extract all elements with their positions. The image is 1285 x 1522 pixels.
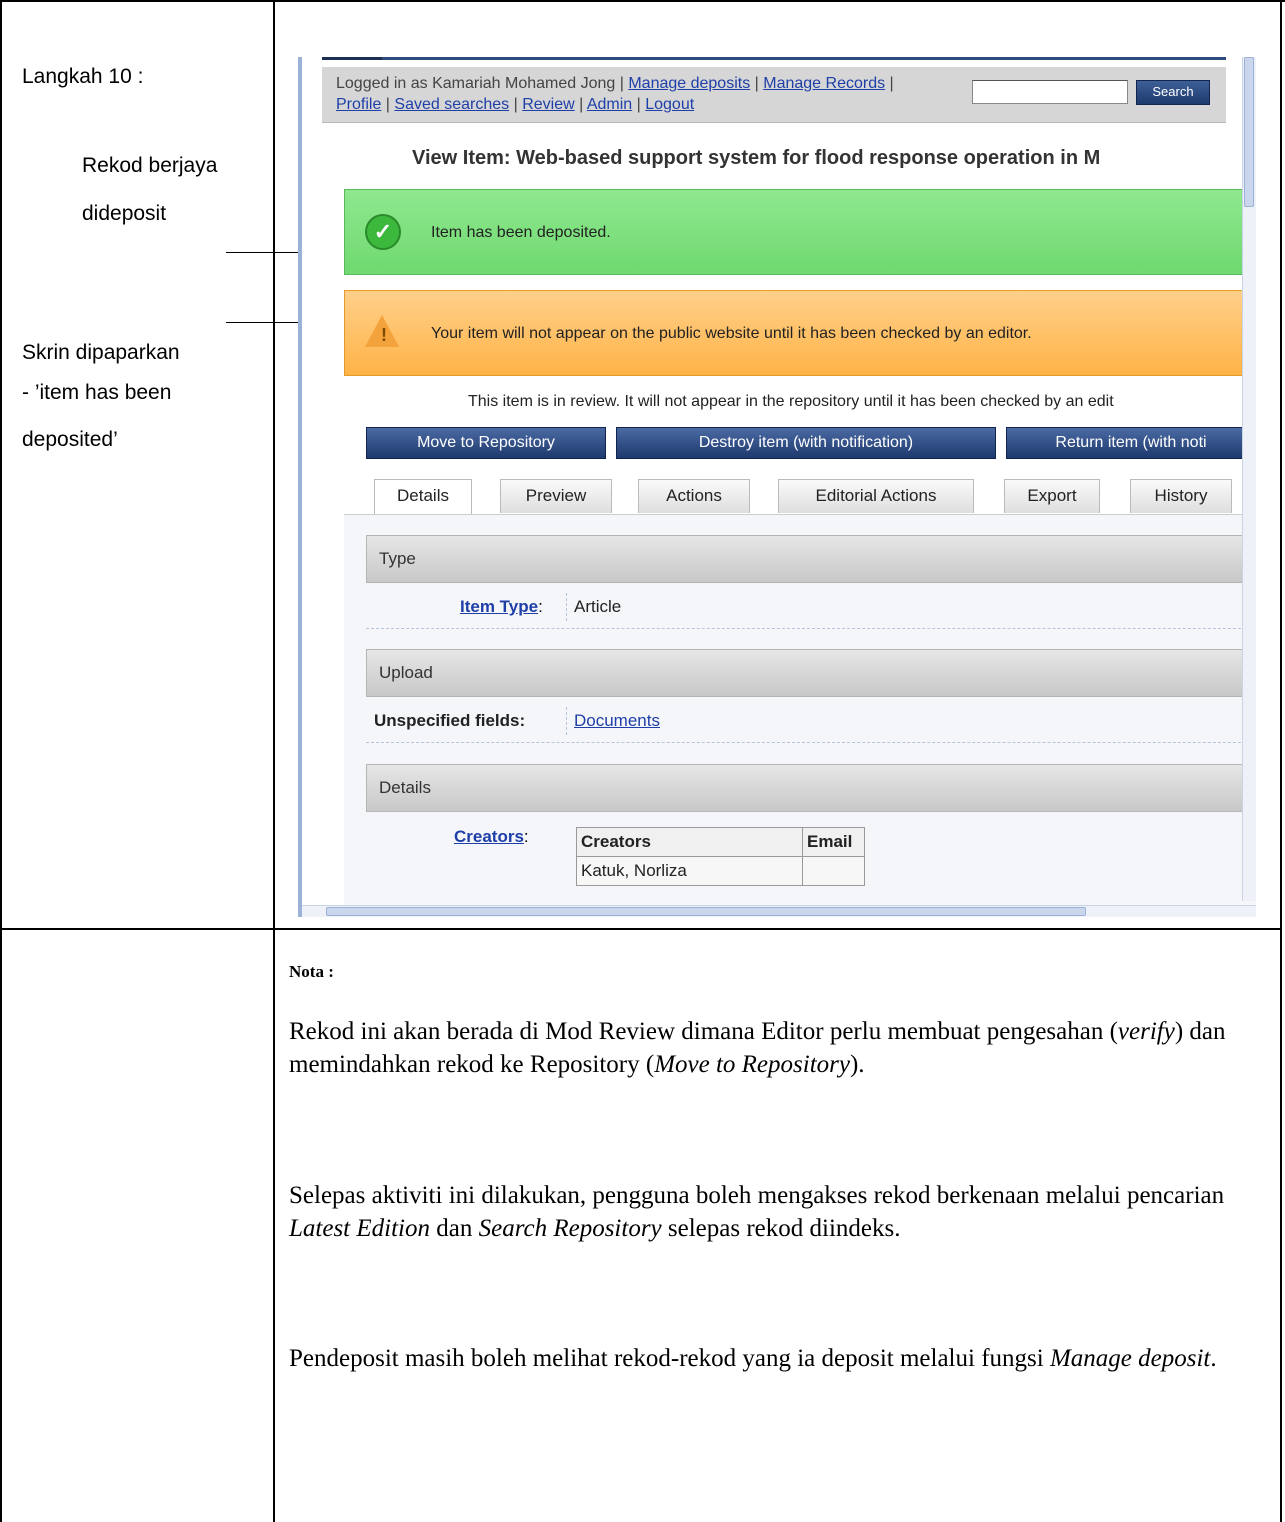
user-menu-links: Logged in as Kamariah Mohamed Jong | Man… — [336, 75, 894, 113]
tab-editorial-actions[interactable]: Editorial Actions — [778, 479, 974, 513]
horizontal-scrollbar[interactable] — [302, 905, 1256, 917]
screen-caption-line3: deposited’ — [22, 428, 118, 451]
tab-preview[interactable]: Preview — [500, 479, 612, 513]
table-column-divider — [273, 0, 275, 1522]
nota-p2-text-a: Selepas aktiviti ini dilakukan, pengguna… — [289, 1182, 1225, 1209]
success-caption-line1: Rekod berjaya — [82, 154, 218, 177]
warning-icon-mark: ! — [381, 325, 387, 345]
nota-p2-text-c: selepas rekod diindeks. — [661, 1215, 901, 1242]
creators-table: Creators Email Katuk, Norliza — [576, 827, 865, 886]
section-details-heading: Details — [366, 764, 1256, 812]
item-type-label: Item Type: — [460, 597, 543, 616]
header-strip-accent — [322, 57, 382, 60]
link-manage-records[interactable]: Manage Records — [763, 75, 885, 92]
tab-export[interactable]: Export — [1004, 479, 1100, 513]
move-to-repository-button[interactable]: Move to Repository — [366, 427, 606, 459]
tab-actions[interactable]: Actions — [638, 479, 750, 513]
tab-history[interactable]: History — [1130, 479, 1232, 513]
nota-p3-italic-manage: Manage deposit — [1049, 1345, 1211, 1372]
vertical-scroll-thumb[interactable] — [1244, 57, 1254, 207]
creators-link[interactable]: Creators — [454, 827, 524, 846]
link-admin[interactable]: Admin — [587, 96, 632, 113]
link-saved-searches[interactable]: Saved searches — [394, 96, 509, 113]
unspecified-fields-label: Unspecified fields: — [374, 711, 526, 730]
page-title: View Item: Web-based support system for … — [412, 147, 1101, 169]
table-row: Katuk, Norliza — [576, 856, 865, 886]
field-separator — [566, 593, 567, 621]
nota-p1-italic-verify: verify — [1117, 1018, 1175, 1045]
step-label: Langkah 10 : — [22, 65, 144, 88]
checkmark-icon: ✓ — [365, 214, 401, 250]
logged-in-label: Logged in as Kamariah Mohamed Jong | — [336, 75, 624, 92]
documents-value: Documents — [574, 711, 660, 731]
creators-label: Creators: — [454, 827, 529, 846]
item-type-link[interactable]: Item Type — [460, 597, 538, 616]
creator-email-cell — [802, 856, 865, 886]
nota-p1-italic-move: Move to Repository — [654, 1051, 850, 1078]
creators-column-header: Creators — [576, 827, 803, 857]
table-header-row: Creators Email — [576, 827, 865, 857]
destroy-item-button[interactable]: Destroy item (with notification) — [616, 427, 996, 459]
nota-p2-text-b: dan — [429, 1215, 479, 1242]
nota-p1-text-a: Rekod ini akan berada di Mod Review dima… — [289, 1018, 1118, 1045]
user-menu-bar: Logged in as Kamariah Mohamed Jong | Man… — [322, 67, 1226, 123]
table-border-right — [1280, 0, 1282, 1522]
screen-caption-line1: Skrin dipaparkan — [22, 341, 180, 364]
creator-name-cell: Katuk, Norliza — [576, 856, 803, 886]
tab-details[interactable]: Details — [374, 479, 472, 515]
document-table: Langkah 10 : Rekod berjaya dideposit Skr… — [0, 0, 1285, 1522]
field-separator — [566, 707, 567, 735]
success-message-text: Item has been deposited. — [431, 224, 611, 241]
nota-paragraph-3: Pendeposit masih boleh melihat rekod-rek… — [289, 1342, 1249, 1375]
item-type-row: Item Type: Article — [366, 585, 1256, 629]
nota-p3-text-b: . — [1210, 1345, 1217, 1372]
section-type-heading: Type — [366, 535, 1256, 583]
link-logout[interactable]: Logout — [645, 96, 694, 113]
table-border-top — [0, 0, 1285, 2]
search-button[interactable]: Search — [1136, 80, 1210, 105]
link-manage-deposits[interactable]: Manage deposits — [628, 75, 750, 92]
item-type-value: Article — [574, 597, 622, 616]
documents-link[interactable]: Documents — [574, 711, 660, 730]
nota-p2-italic-latest: Latest Edition — [289, 1215, 430, 1242]
window-left-border — [298, 57, 302, 917]
return-item-button[interactable]: Return item (with noti — [1006, 427, 1256, 459]
nota-p1-text-c: ). — [849, 1051, 865, 1078]
section-upload-heading: Upload — [366, 649, 1256, 697]
table-row-divider — [0, 928, 1282, 930]
warning-message-text: Your item will not appear on the public … — [431, 325, 1032, 342]
warning-message-box: ! Your item will not appear on the publi… — [344, 290, 1256, 376]
vertical-scrollbar[interactable] — [1242, 57, 1256, 901]
success-caption-line2: dideposit — [82, 202, 167, 225]
screen-caption-line2: - ’item has been — [22, 381, 172, 404]
nota-paragraph-1: Rekod ini akan berada di Mod Review dima… — [289, 1015, 1249, 1081]
search-input[interactable] — [972, 80, 1128, 104]
nota-p3-text-a: Pendeposit masih boleh melihat rekod-rek… — [289, 1345, 1050, 1372]
nota-p2-italic-search: Search Repository — [478, 1215, 662, 1242]
nota-heading: Nota : — [289, 962, 334, 981]
horizontal-scroll-thumb[interactable] — [326, 907, 1086, 916]
email-column-header: Email — [802, 827, 865, 857]
success-message-box: ✓ Item has been deposited. — [344, 189, 1256, 275]
unspecified-fields-row: Unspecified fields: Documents — [366, 699, 1256, 743]
header-strip — [322, 57, 1226, 60]
table-border-left — [0, 0, 2, 1522]
nota-paragraph-2: Selepas aktiviti ini dilakukan, pengguna… — [289, 1179, 1249, 1245]
link-review[interactable]: Review — [522, 96, 574, 113]
review-status-note: This item is in review. It will not appe… — [468, 393, 1114, 410]
link-profile[interactable]: Profile — [336, 96, 381, 113]
eprints-screenshot: Logged in as Kamariah Mohamed Jong | Man… — [298, 57, 1256, 917]
